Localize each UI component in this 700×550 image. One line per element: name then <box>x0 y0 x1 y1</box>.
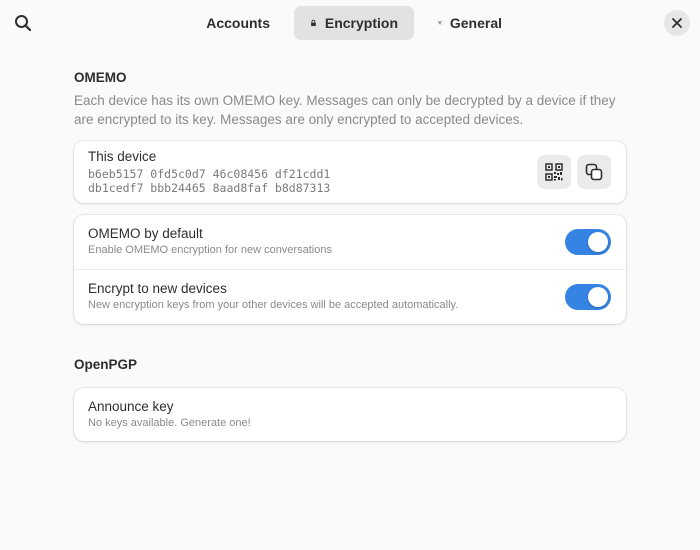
copy-icon <box>585 163 603 181</box>
tab-encryption[interactable]: Encryption <box>294 6 414 40</box>
view-switcher: Accounts Encryption General <box>0 6 700 40</box>
tab-accounts-label: Accounts <box>206 15 270 31</box>
copy-fingerprint-button[interactable] <box>577 155 611 189</box>
close-icon <box>672 18 682 28</box>
tab-general[interactable]: General <box>422 6 518 40</box>
encrypt-new-devices-subtitle: New encryption keys from your other devi… <box>88 299 459 311</box>
switch-knob <box>588 232 608 252</box>
omemo-by-default-subtitle: Enable OMEMO encryption for new conversa… <box>88 244 332 256</box>
tab-encryption-label: Encryption <box>324 15 398 31</box>
tab-accounts[interactable]: Accounts <box>182 6 286 40</box>
encrypt-new-devices-row[interactable]: Encrypt to new devices New encryption ke… <box>74 269 626 324</box>
show-qr-code-button[interactable] <box>537 155 571 189</box>
device-fingerprint-line-1: b6eb5157 0fd5c0d7 46c08456 df21cdd1 <box>88 167 331 181</box>
header-bar: Accounts Encryption General <box>0 0 700 46</box>
this-device-title: This device <box>88 149 157 164</box>
preferences-window: Accounts Encryption General OMEMO Each d… <box>0 0 700 550</box>
lock-icon <box>311 19 316 27</box>
announce-key-card[interactable]: Announce key No keys available. Generate… <box>74 388 626 441</box>
qr-code-icon <box>545 163 563 181</box>
announce-key-subtitle: No keys available. Generate one! <box>88 417 251 429</box>
announce-key-title: Announce key <box>88 399 174 414</box>
device-fingerprint-line-2: db1cedf7 bbb24465 8aad8faf b8d87313 <box>88 181 331 195</box>
switch-knob <box>588 287 608 307</box>
omemo-by-default-switch[interactable] <box>565 229 611 255</box>
tools-icon <box>438 20 442 25</box>
this-device-card: This device b6eb5157 0fd5c0d7 46c08456 d… <box>74 141 626 203</box>
close-button[interactable] <box>664 10 690 36</box>
omemo-section-title: OMEMO <box>74 70 127 85</box>
omemo-section-description: Each device has its own OMEMO key. Messa… <box>74 93 616 127</box>
omemo-by-default-title: OMEMO by default <box>88 226 203 241</box>
tab-general-label: General <box>449 15 502 31</box>
openpgp-section-title: OpenPGP <box>74 357 138 372</box>
omemo-by-default-row[interactable]: OMEMO by default Enable OMEMO encryption… <box>74 215 626 269</box>
encrypt-new-devices-title: Encrypt to new devices <box>88 281 227 296</box>
omemo-settings-card: OMEMO by default Enable OMEMO encryption… <box>74 215 626 324</box>
encrypt-new-devices-switch[interactable] <box>565 284 611 310</box>
